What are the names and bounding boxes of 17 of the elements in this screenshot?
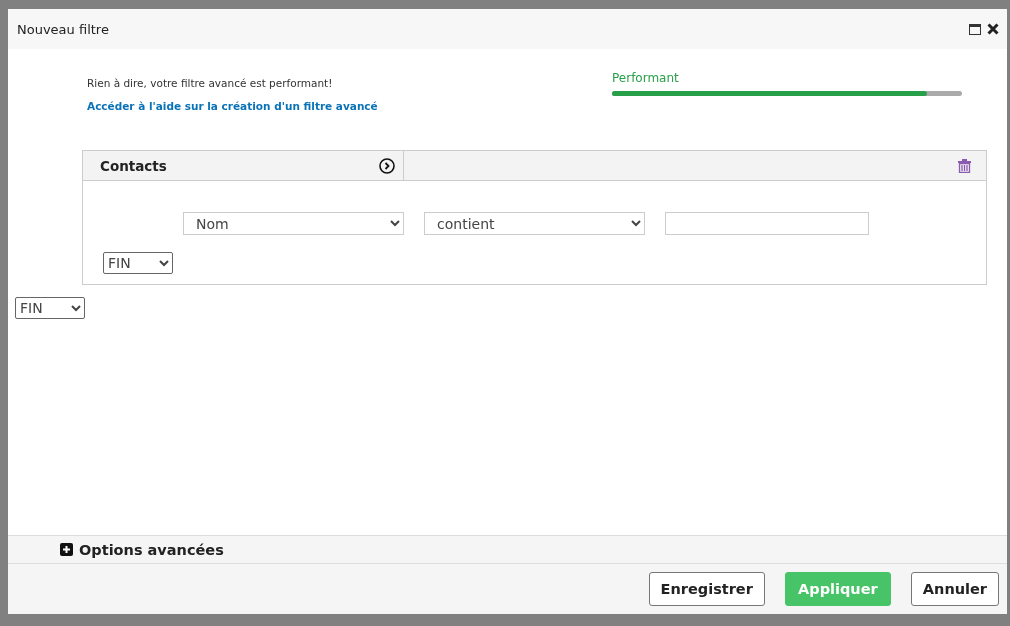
performance-label: Performant [612, 71, 680, 85]
maximize-icon[interactable] [969, 23, 981, 35]
group-title: Contacts [100, 157, 168, 174]
status-message: Rien à dire, votre filtre avancé est performant! [87, 77, 334, 89]
end-select[interactable]: FIN [15, 297, 85, 319]
chevron-circle-icon[interactable] [379, 157, 395, 174]
value-input[interactable] [665, 212, 869, 235]
group-end-select[interactable]: FIN [103, 252, 173, 274]
secondary-button[interactable]: Annuler [910, 572, 999, 606]
trash-icon[interactable] [958, 158, 971, 173]
close-icon[interactable] [987, 23, 999, 35]
window-title: Nouveau filtre [17, 21, 110, 37]
secondary-button[interactable]: Enregistrer [648, 572, 765, 606]
field-select[interactable]: Nom [183, 212, 404, 235]
operator-select[interactable]: contient [424, 212, 645, 235]
help-link[interactable]: Accéder à l'aide sur la création d'un filtre avancé [87, 100, 378, 112]
advanced-options-toggle[interactable]: Options avancées [8, 535, 1007, 563]
